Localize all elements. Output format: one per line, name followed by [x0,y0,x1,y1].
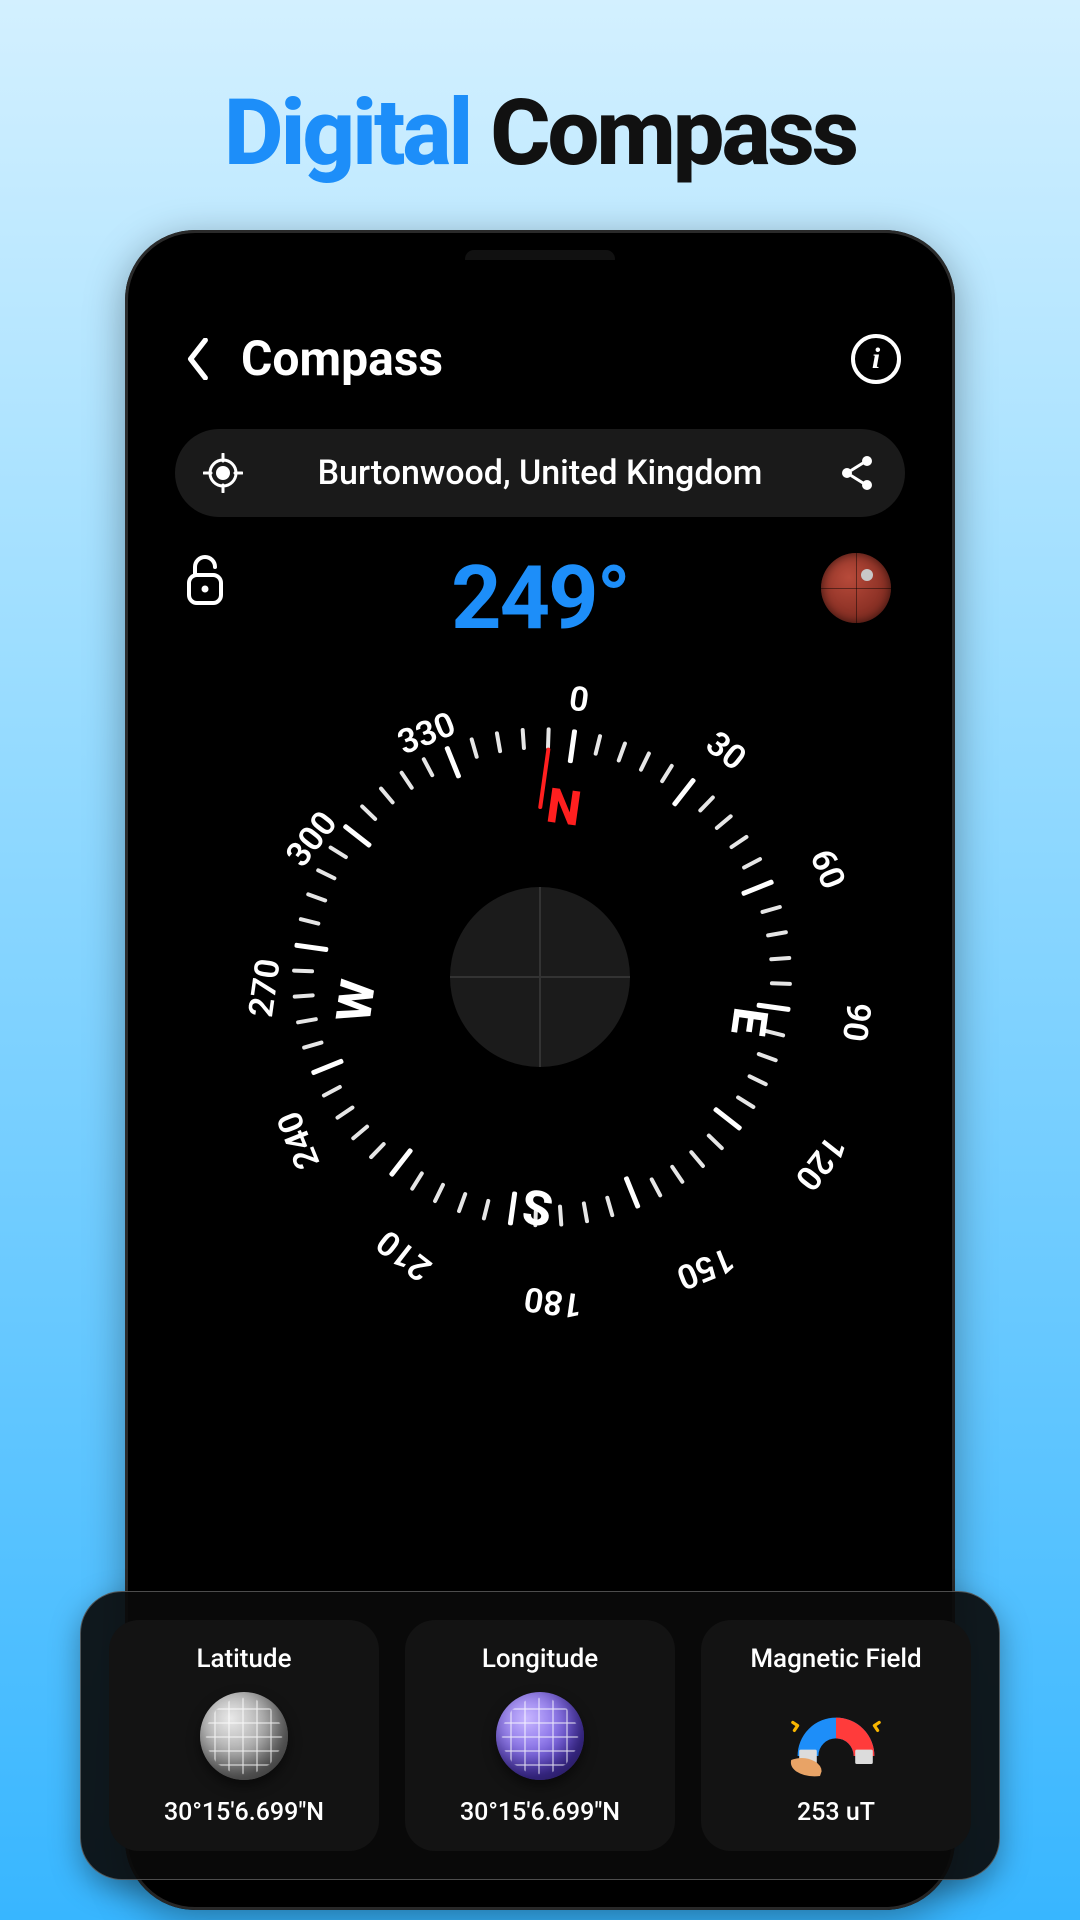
promo-word-1: Digital [224,80,470,187]
location-pill[interactable]: Burtonwood, United Kingdom [175,429,905,517]
compass-degree-label: 30 [698,723,753,778]
longitude-card[interactable]: Longitude 30°15'6.699"N [405,1620,675,1851]
app-header: Compass i [149,260,931,409]
location-text: Burtonwood, United Kingdom [243,453,837,493]
compass-degree-label: 150 [671,1239,740,1298]
latitude-label: Latitude [196,1644,291,1674]
gps-icon [203,453,243,493]
unlock-icon [183,553,227,607]
compass-degree-label: 180 [522,1278,585,1326]
compass-degree-label: 240 [269,1106,328,1175]
info-button[interactable]: i [851,334,901,384]
chevron-left-icon [186,338,212,380]
compass-hub [450,887,630,1067]
level-indicator[interactable] [821,553,891,623]
latitude-value: 30°15'6.699"N [164,1798,324,1827]
longitude-value: 30°15'6.699"N [460,1798,620,1827]
back-button[interactable] [179,339,219,379]
compass-degree-label: 120 [787,1127,854,1198]
longitude-label: Longitude [482,1644,598,1674]
compass-degree-label: 90 [834,1000,879,1044]
compass[interactable]: 0306090120150180210240270300330NESW [220,657,860,1297]
compass-cardinal-n: N [543,777,584,838]
globe-gray-icon [196,1688,292,1784]
magnetic-card[interactable]: Magnetic Field 253 uT [701,1620,971,1851]
compass-degree-label: 300 [278,804,345,875]
globe-purple-icon [492,1688,588,1784]
share-icon [837,453,877,493]
magnetic-value: 253 uT [797,1798,875,1827]
compass-cardinal-s: S [519,1177,556,1238]
promo-headline: Digital Compass [0,0,1080,187]
info-icon: i [872,342,880,376]
page-title: Compass [241,330,851,387]
magnet-icon [788,1688,884,1784]
level-bubble [861,569,873,581]
magnetic-label: Magnetic Field [750,1644,921,1674]
latitude-card[interactable]: Latitude 30°15'6.699"N [109,1620,379,1851]
compass-degree-label: 60 [802,844,854,895]
info-panel: Latitude 30°15'6.699"N Longitude 30°15'6… [80,1591,1000,1880]
promo-word-2: Compass [490,80,856,187]
compass-degree-label: 210 [369,1222,440,1289]
lock-button[interactable] [183,553,227,611]
share-button[interactable] [837,453,877,493]
compass-cardinal-w: W [325,976,387,1025]
compass-degree-label: 0 [567,679,592,721]
compass-degree-label: 270 [241,956,289,1019]
